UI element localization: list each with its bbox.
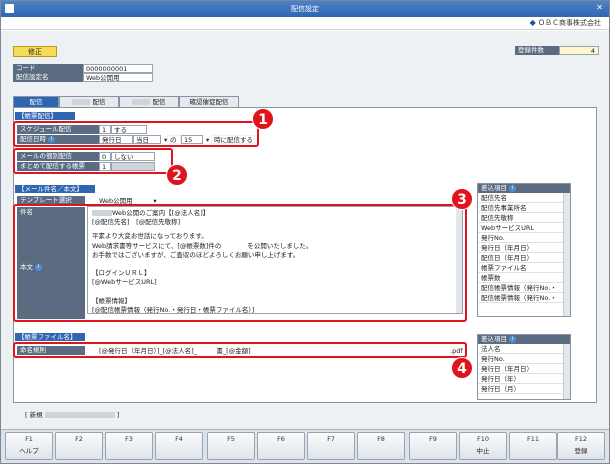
status-end: ] [116, 411, 120, 419]
f12-register-button[interactable]: F12 登録 [557, 432, 605, 460]
status-new: [ 新規 [25, 411, 43, 419]
list-item[interactable]: 法人名 [478, 344, 570, 354]
fkey-code: F2 [75, 435, 83, 443]
insert-items-header: 差込項目 i [478, 335, 570, 344]
f1-help-button[interactable]: F1 ヘルプ [5, 432, 53, 460]
list-item[interactable]: 配信帳票情報（発行No.・ [478, 293, 570, 303]
mode-button[interactable]: 修正 [13, 46, 57, 57]
fkey-code: F1 [25, 435, 33, 443]
tab-delivery-2[interactable]: 配信 [59, 96, 119, 107]
f5-button[interactable]: F5 [207, 432, 255, 460]
f9-button[interactable]: F9 [409, 432, 457, 460]
f10-cancel-button[interactable]: F10 中止 [459, 432, 507, 460]
tab-reminder[interactable]: 確認催促配信 [179, 96, 239, 107]
callout-badge-4: 4 [451, 357, 473, 379]
fkey-code: F10 [476, 435, 489, 443]
list-item[interactable]: 帳票ファイル名 [478, 263, 570, 273]
list-item[interactable]: 発行日（年） [478, 374, 570, 384]
fkey-code: F5 [227, 435, 235, 443]
delivery-section-title: 【帳票配信】 [15, 112, 75, 120]
list-item[interactable]: 発行日（年月日） [478, 243, 570, 253]
insert-items-title: 差込項目 [481, 335, 507, 343]
insert-items-header: 差込項目 i [478, 184, 570, 193]
file-section-title: 【帳票ファイル名】 [15, 333, 85, 341]
fkey-code: F11 [526, 435, 539, 443]
list-item[interactable]: 発行日（年月日） [478, 364, 570, 374]
logo-bar: ◆ ＯＢＣ商事株式会社 [1, 17, 609, 30]
fkey-code: F12 [574, 435, 587, 443]
callout-badge-1: 1 [252, 108, 274, 130]
status-line: [ 新規 ] [25, 409, 119, 419]
highlight-box-3 [13, 204, 467, 322]
masked-text [72, 99, 91, 105]
list-item[interactable]: 帳票数 [478, 273, 570, 283]
list-item[interactable]: 配信先敬称 [478, 213, 570, 223]
window-title: 配信設定 [291, 5, 319, 13]
fkey-label: ヘルプ [19, 447, 39, 455]
fkey-label: 中止 [476, 447, 490, 455]
tab-delivery-3[interactable]: 配信 [119, 96, 179, 107]
insert-items-list-2: 差込項目 i 法人名 発行No. 発行日（年月日） 発行日（年） 発行日（月） [477, 334, 571, 400]
insert-items-list-1: 差込項目 i 配信先名 配信先事業所名 配信先敬称 WebサービスURL 発行No… [477, 183, 571, 317]
company-name: ＯＢＣ商事株式会社 [538, 19, 601, 27]
f11-button[interactable]: F11 [509, 432, 557, 460]
insert-items-title: 差込項目 [481, 184, 507, 192]
f3-button[interactable]: F3 [105, 432, 153, 460]
highlight-box-1 [13, 121, 259, 147]
list-item[interactable]: 配信先名 [478, 193, 570, 203]
info-icon[interactable]: i [509, 184, 516, 192]
highlight-box-2 [13, 148, 173, 174]
fkey-label: 登録 [574, 447, 588, 455]
code-field[interactable]: 0000000001 [83, 64, 153, 73]
f8-button[interactable]: F8 [357, 432, 405, 460]
fkey-code: F4 [175, 435, 183, 443]
list-item[interactable]: 発行日（月） [478, 384, 570, 394]
fkey-code: F9 [429, 435, 437, 443]
info-icon[interactable]: i [509, 335, 516, 343]
tab-label-2: 配信 [92, 98, 106, 106]
list-scrollbar[interactable] [563, 344, 570, 399]
list-scrollbar[interactable] [563, 193, 570, 316]
list-item[interactable]: 配信日（年月日） [478, 253, 570, 263]
close-icon[interactable]: ✕ [596, 3, 603, 12]
function-key-bar: F1 ヘルプ F2 F3 F4 F5 F6 F7 F8 F9 F10 中止 F11 … [1, 429, 609, 463]
f7-button[interactable]: F7 [307, 432, 355, 460]
list-item[interactable]: WebサービスURL [478, 223, 570, 233]
list-item[interactable]: 配信帳票情報（発行No.・ [478, 283, 570, 293]
list-item[interactable]: 配信先事業所名 [478, 203, 570, 213]
f2-button[interactable]: F2 [55, 432, 103, 460]
f4-button[interactable]: F4 [155, 432, 203, 460]
name-label: 配信設定名 [13, 73, 83, 82]
highlight-box-4 [13, 342, 467, 358]
callout-badge-2: 2 [166, 164, 188, 186]
tab-label-3: 配信 [152, 98, 166, 106]
fkey-code: F8 [377, 435, 385, 443]
f6-button[interactable]: F6 [257, 432, 305, 460]
list-item[interactable]: 発行No. [478, 233, 570, 243]
fkey-code: F7 [327, 435, 335, 443]
company-logo: ◆ ＯＢＣ商事株式会社 [530, 18, 601, 28]
tab-delivery[interactable]: 配信 [13, 96, 59, 107]
reg-count-value: 4 [559, 46, 599, 55]
code-label: コード [13, 64, 83, 73]
list-item[interactable]: 発行No. [478, 354, 570, 364]
title-bar: 配信設定 ✕ [1, 1, 609, 17]
masked-text [44, 412, 115, 418]
callout-badge-3: 3 [451, 188, 473, 210]
name-field[interactable]: Web公開用 [83, 73, 153, 82]
bird-icon: ◆ [529, 18, 536, 27]
app-window: 配信設定 ✕ ◆ ＯＢＣ商事株式会社 修正 登録件数 4 コード 0000000… [0, 0, 610, 464]
mail-section-title: 【メール件名／本文】 [15, 185, 95, 193]
fkey-code: F3 [125, 435, 133, 443]
fkey-code: F6 [277, 435, 285, 443]
reg-count-label: 登録件数 [515, 46, 559, 55]
masked-text [132, 99, 151, 105]
